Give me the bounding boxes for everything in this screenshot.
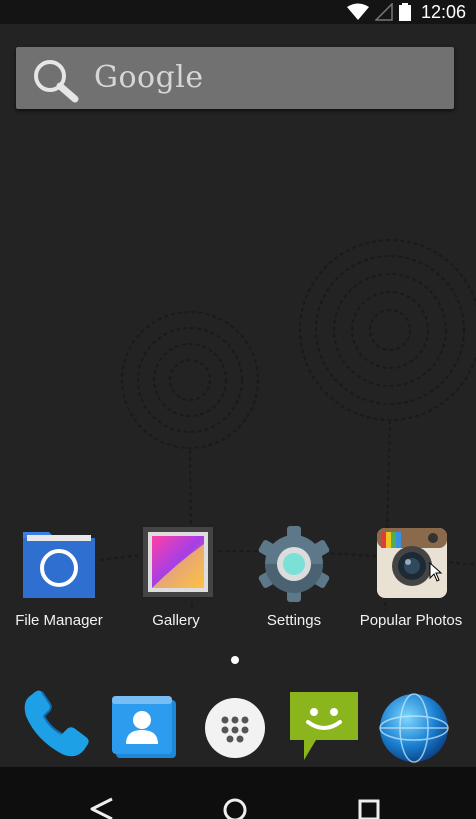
app-file-manager[interactable]: File Manager: [0, 524, 118, 634]
dock-contacts[interactable]: [106, 688, 182, 764]
search-icon: [34, 60, 79, 103]
cell-signal-icon: [374, 3, 393, 21]
google-search-label: Google: [94, 60, 204, 95]
folder-icon: [23, 532, 95, 598]
status-icons: 12:06: [346, 0, 466, 24]
navigation-bar: [0, 767, 476, 819]
dock-app-drawer[interactable]: [197, 688, 273, 764]
wifi-icon: [346, 3, 369, 20]
app-settings[interactable]: Settings: [235, 524, 353, 634]
browser-globe-icon: [379, 693, 449, 763]
mouse-cursor-icon: [429, 562, 443, 582]
dock-browser[interactable]: [376, 688, 452, 764]
app-label: File Manager: [15, 612, 103, 629]
status-clock: 12:06: [420, 1, 466, 22]
status-bar: 12:06: [0, 0, 476, 24]
dock-messaging[interactable]: [286, 688, 362, 764]
app-label: Gallery: [152, 612, 200, 629]
home-icon[interactable]: [222, 797, 248, 819]
gear-icon: [258, 526, 330, 602]
page-indicator-dot: [231, 656, 239, 664]
app-drawer-icon: [205, 698, 265, 758]
back-icon[interactable]: [88, 797, 114, 819]
google-search-bar[interactable]: Google: [16, 47, 454, 109]
messaging-icon: [290, 692, 358, 760]
app-popular-photos[interactable]: Popular Photos: [352, 524, 470, 634]
app-label: Settings: [266, 612, 322, 629]
dock-phone[interactable]: [18, 688, 94, 764]
dock: [0, 686, 476, 766]
phone-icon: [24, 690, 89, 757]
app-gallery[interactable]: Gallery: [117, 524, 235, 634]
gallery-icon: [141, 525, 215, 599]
recents-icon[interactable]: [356, 797, 382, 819]
app-label: Popular Photos: [359, 612, 463, 629]
battery-icon: [398, 3, 411, 21]
contacts-icon: [112, 696, 176, 758]
